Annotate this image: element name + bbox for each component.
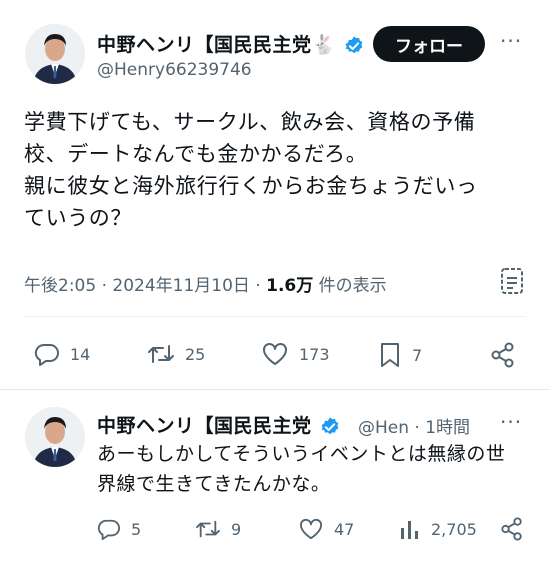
author-name-text: 中野ヘンリ【国民民主党🐇	[97, 34, 336, 56]
bookmark-button[interactable]: 7	[378, 342, 422, 368]
bookmark-icon	[381, 343, 399, 367]
reply-icon	[97, 519, 120, 540]
reply-like-button[interactable]: 47	[298, 518, 354, 540]
reply-views-count: 2,705	[431, 519, 477, 539]
views-count: 1.6万	[266, 276, 314, 296]
bookmark-count: 7	[412, 345, 423, 365]
section-divider	[0, 389, 550, 390]
tweet-timestamp[interactable]: 午後2:05 · 2024年11月10日 ·	[24, 276, 266, 296]
retweet-icon	[148, 345, 174, 363]
tweet-text-line: 学費下げても、サークル、飲み会、資格の予備	[24, 110, 476, 134]
reply-button[interactable]: 14	[34, 342, 90, 366]
reply-handle-time[interactable]: @Hen · 1時間	[358, 413, 470, 438]
views-label: 件の表示	[313, 276, 387, 296]
tweet-text: 学費下げても、サークル、飲み会、資格の予備 校、デートなんでも金かかるだろ。 親…	[24, 106, 544, 234]
retweet-count: 25	[185, 344, 206, 364]
author-avatar[interactable]	[25, 24, 85, 84]
reply-reply-count: 5	[131, 519, 142, 539]
verified-badge-icon	[345, 35, 363, 53]
tweet-text-line: 親に彼女と海外旅行行くからお金ちょうだいっ	[24, 174, 478, 198]
follow-button[interactable]: フォロー	[373, 26, 485, 62]
reply-views-button[interactable]: 2,705	[399, 518, 477, 540]
reply-author-avatar[interactable]	[25, 407, 85, 467]
tweet-text-line: 校、デートなんでも金かかるだろ。	[24, 142, 368, 166]
reply-share-button[interactable]	[500, 517, 534, 541]
heart-icon	[300, 518, 323, 540]
reply-count: 14	[70, 344, 91, 364]
reply-retweet-button[interactable]: 9	[195, 518, 241, 540]
like-button[interactable]: 173	[261, 342, 330, 366]
tweet-text-line: ていうの？	[24, 206, 132, 230]
divider	[24, 316, 526, 317]
tweet-meta: 午後2:05 · 2024年11月10日 · 1.6万 件の表示	[24, 271, 387, 296]
verified-badge-icon	[321, 416, 338, 434]
like-count: 173	[299, 344, 330, 364]
more-options-icon[interactable]: ···	[500, 29, 522, 53]
reply-text: あーもしかしてそういうイベントとは無縁の世 界線で生きてきたんかな。	[97, 439, 542, 499]
reply-author-name[interactable]: 中野ヘンリ【国民民主党	[97, 411, 341, 438]
reply-retweet-count: 9	[231, 519, 242, 539]
reply-reply-button[interactable]: 5	[97, 518, 141, 540]
reply-icon	[34, 343, 59, 366]
analytics-icon[interactable]	[500, 267, 526, 299]
share-button[interactable]	[490, 342, 526, 368]
views-chart-icon	[401, 521, 418, 539]
retweet-icon	[196, 520, 220, 538]
reply-text-line: 界線で生きてきたんかな。	[97, 473, 331, 495]
reply-like-count: 47	[334, 519, 355, 539]
retweet-button[interactable]: 25	[147, 342, 205, 366]
author-handle[interactable]: @Henry66239746	[97, 60, 252, 80]
reply-more-options-icon[interactable]: ···	[500, 410, 522, 434]
heart-icon	[263, 343, 287, 365]
share-icon	[491, 342, 514, 368]
author-name[interactable]: 中野ヘンリ【国民民主党🐇	[97, 30, 365, 57]
reply-text-line: あーもしかしてそういうイベントとは無縁の世	[97, 443, 506, 465]
share-icon	[501, 517, 522, 541]
reply-author-name-text: 中野ヘンリ【国民民主党	[97, 415, 312, 437]
